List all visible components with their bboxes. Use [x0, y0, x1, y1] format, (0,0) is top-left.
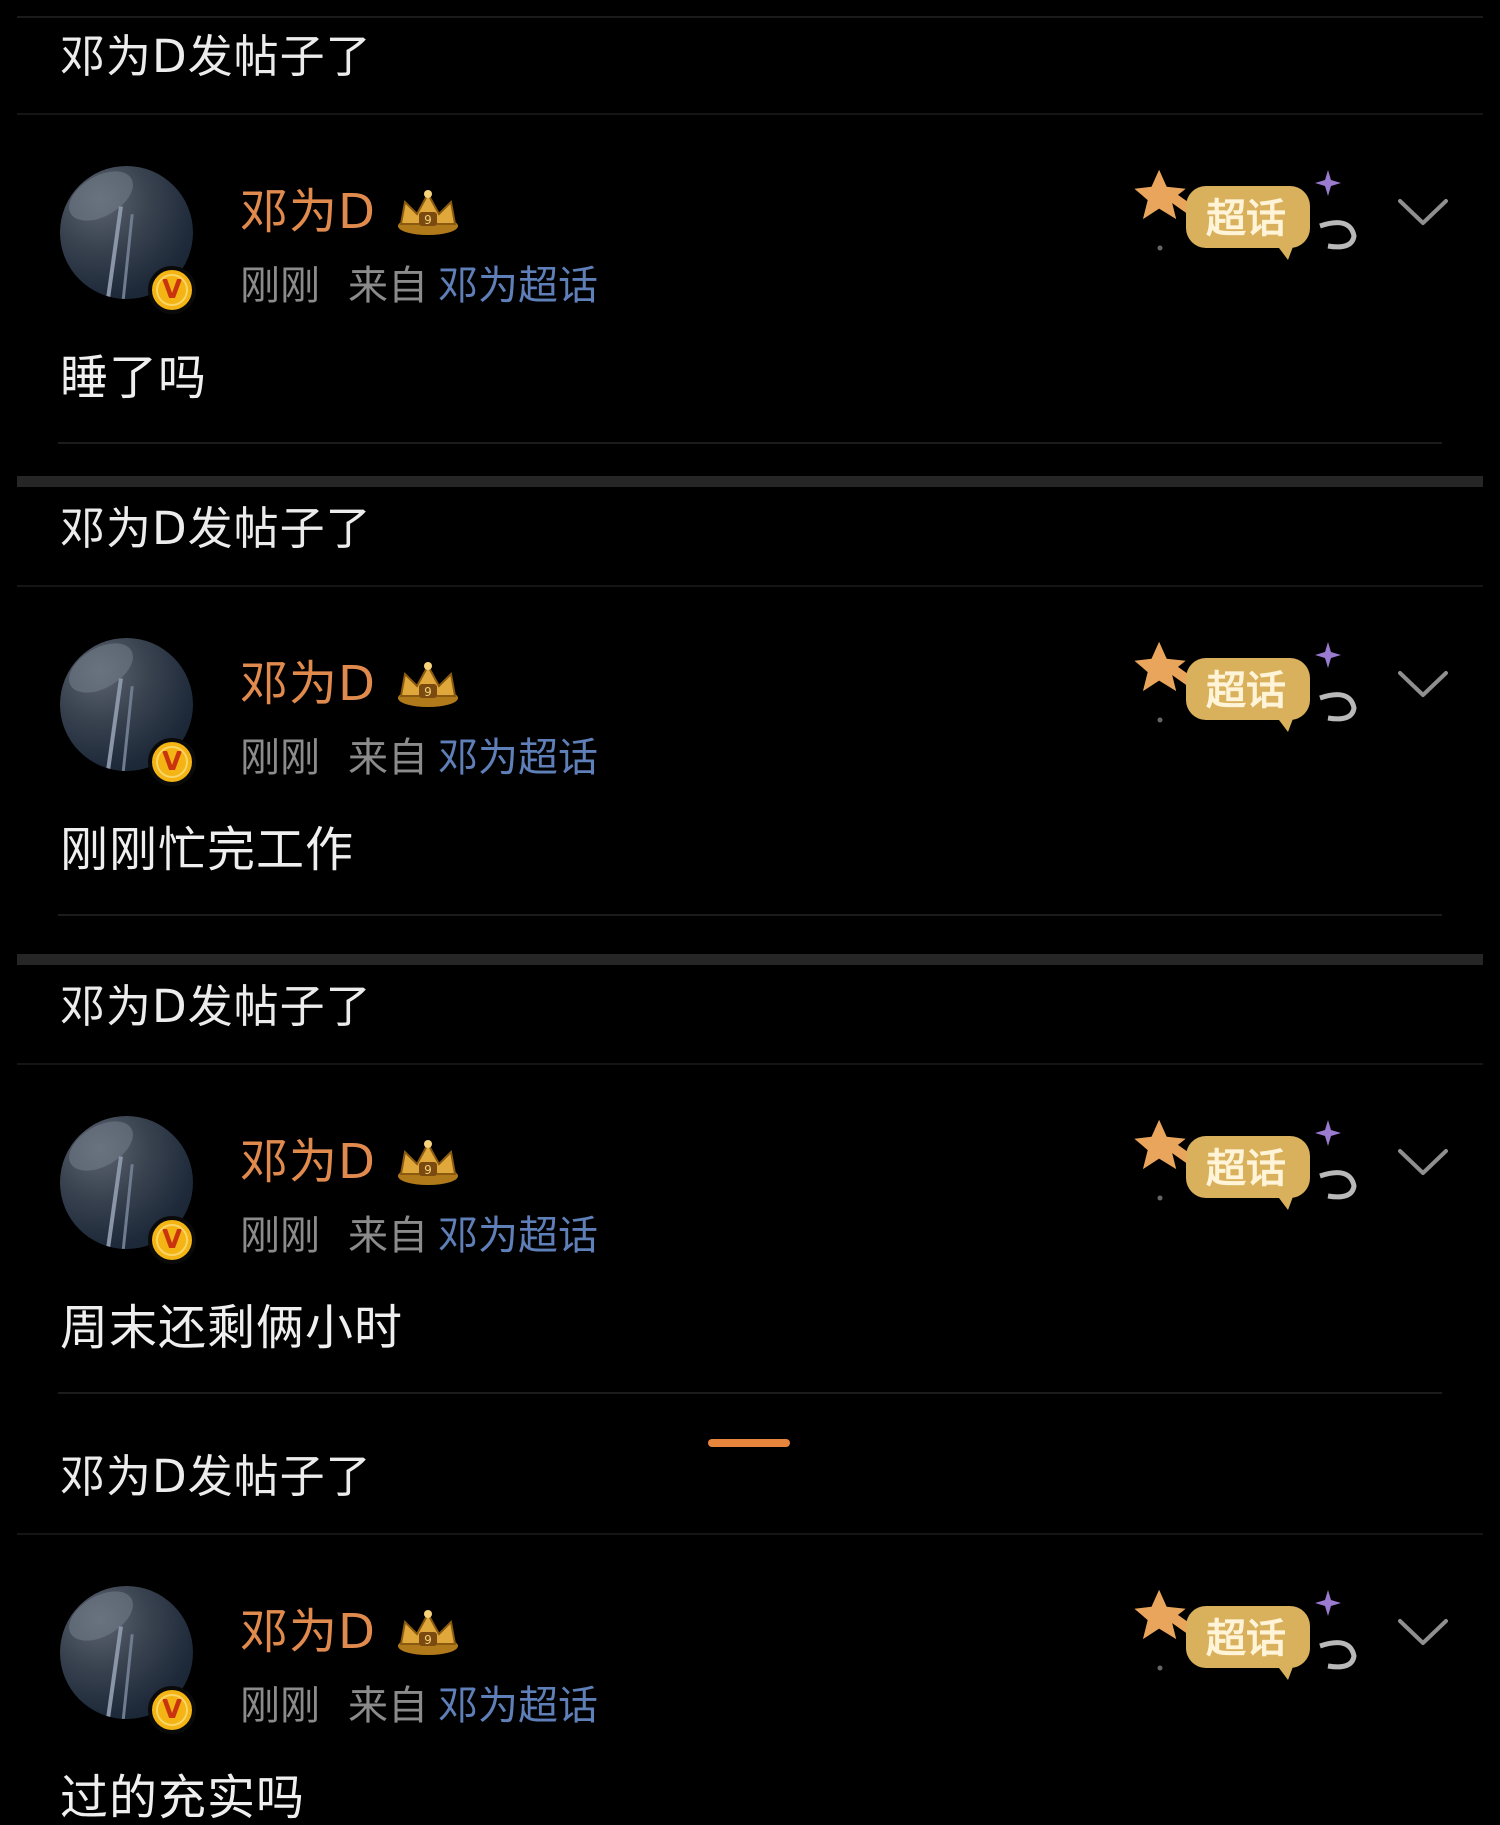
- super-topic-sticker-icon[interactable]: 超话: [1128, 160, 1368, 270]
- post-card[interactable]: 邓为D发帖子了 V 邓为D 9 刚刚 来自 邓为超话 超话: [0, 472, 1500, 942]
- svg-text:9: 9: [424, 685, 432, 699]
- super-topic-sticker-icon[interactable]: 超话: [1128, 1110, 1368, 1220]
- verified-badge-icon: V: [148, 1216, 196, 1264]
- crown-icon: 9: [398, 1610, 458, 1655]
- post-text: 睡了吗: [60, 350, 208, 406]
- crown-icon: 9: [398, 1140, 458, 1185]
- svg-text:超话: 超话: [1206, 1146, 1286, 1192]
- post-time: 刚刚: [240, 735, 320, 781]
- post-text: 过的充实吗: [60, 1770, 306, 1825]
- author-name[interactable]: 邓为D: [240, 188, 376, 236]
- source-link[interactable]: 邓为超话: [438, 263, 598, 309]
- post-meta: 刚刚 来自 邓为超话: [240, 1216, 598, 1256]
- post-time: 刚刚: [240, 1683, 320, 1729]
- chevron-down-icon[interactable]: [1396, 1615, 1450, 1649]
- divider: [17, 585, 1483, 587]
- post-text: 周末还剩俩小时: [60, 1300, 404, 1356]
- post-text: 刚刚忙完工作: [60, 822, 355, 878]
- divider: [58, 1392, 1442, 1394]
- chevron-down-icon[interactable]: [1396, 667, 1450, 701]
- super-topic-sticker-icon[interactable]: 超话: [1128, 1580, 1368, 1690]
- post-meta: 刚刚 来自 邓为超话: [240, 1686, 598, 1726]
- from-label: 来自: [348, 735, 428, 781]
- chevron-down-icon[interactable]: [1396, 1145, 1450, 1179]
- author-name[interactable]: 邓为D: [240, 1608, 376, 1656]
- post-card[interactable]: 邓为D发帖子了 V 邓为D 9 刚刚 来自 邓为超话 超话: [0, 1420, 1500, 1825]
- svg-text:超话: 超话: [1206, 1616, 1286, 1662]
- post-time: 刚刚: [240, 263, 320, 309]
- from-label: 来自: [348, 1213, 428, 1259]
- svg-text:9: 9: [424, 1163, 432, 1177]
- from-label: 来自: [348, 1683, 428, 1729]
- divider: [17, 1063, 1483, 1065]
- source-link[interactable]: 邓为超话: [438, 735, 598, 781]
- from-label: 来自: [348, 263, 428, 309]
- post-notification-header: 邓为D发帖子了: [60, 1450, 372, 1503]
- svg-text:超话: 超话: [1206, 668, 1286, 714]
- crown-icon: 9: [398, 662, 458, 707]
- feed-page: 邓为D发帖子了 V 邓为D 9 刚刚 来自 邓为超话 超话 睡了吗 邓为D发帖子…: [0, 0, 1500, 1825]
- svg-text:超话: 超话: [1206, 196, 1286, 242]
- post-card[interactable]: 邓为D发帖子了 V 邓为D 9 刚刚 来自 邓为超话 超话: [0, 0, 1500, 470]
- post-meta: 刚刚 来自 邓为超话: [240, 266, 598, 306]
- svg-text:9: 9: [424, 213, 432, 227]
- verified-badge-icon: V: [148, 738, 196, 786]
- post-notification-header: 邓为D发帖子了: [60, 502, 372, 555]
- source-link[interactable]: 邓为超话: [438, 1213, 598, 1259]
- post-notification-header: 邓为D发帖子了: [60, 30, 372, 83]
- post-time: 刚刚: [240, 1213, 320, 1259]
- source-link[interactable]: 邓为超话: [438, 1683, 598, 1729]
- chevron-down-icon[interactable]: [1396, 195, 1450, 229]
- author-name[interactable]: 邓为D: [240, 1138, 376, 1186]
- svg-text:9: 9: [424, 1633, 432, 1647]
- post-card[interactable]: 邓为D发帖子了 V 邓为D 9 刚刚 来自 邓为超话 超话: [0, 950, 1500, 1420]
- verified-badge-icon: V: [148, 266, 196, 314]
- crown-icon: 9: [398, 190, 458, 235]
- divider: [58, 442, 1442, 444]
- super-topic-sticker-icon[interactable]: 超话: [1128, 632, 1368, 742]
- author-name[interactable]: 邓为D: [240, 660, 376, 708]
- divider: [17, 113, 1483, 115]
- post-meta: 刚刚 来自 邓为超话: [240, 738, 598, 778]
- verified-badge-icon: V: [148, 1686, 196, 1734]
- post-notification-header: 邓为D发帖子了: [60, 980, 372, 1033]
- divider: [17, 1533, 1483, 1535]
- divider: [58, 914, 1442, 916]
